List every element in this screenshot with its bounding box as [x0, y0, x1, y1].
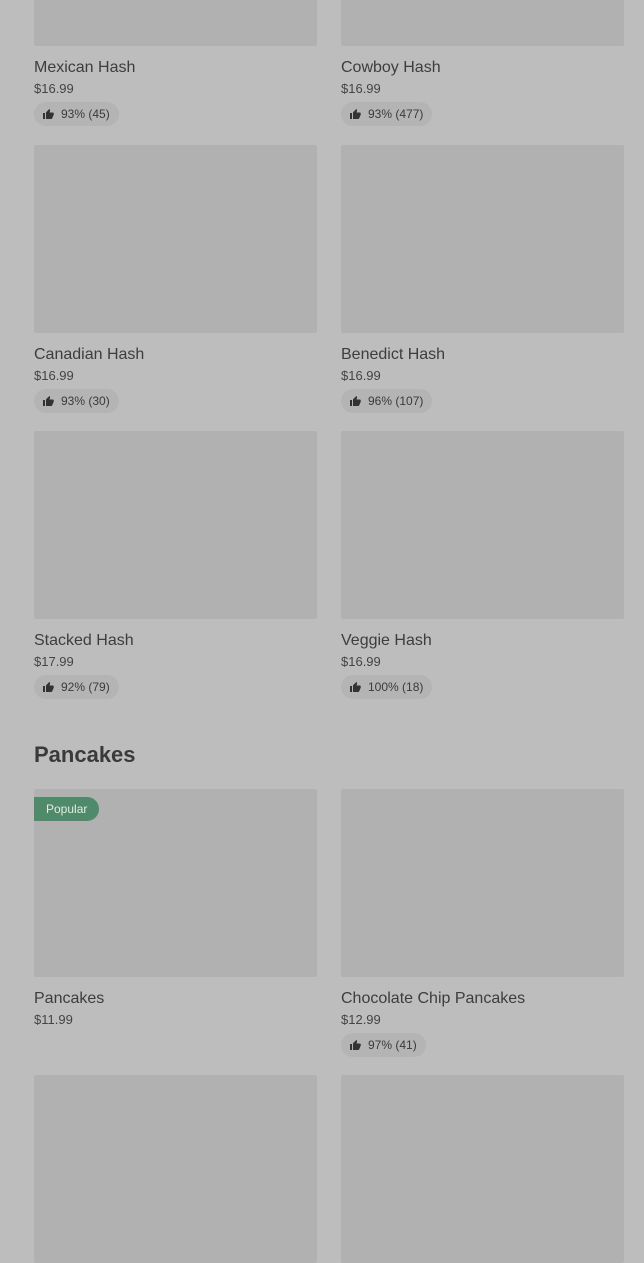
popular-badge: Popular [34, 797, 100, 821]
menu-item-image[interactable] [341, 431, 624, 619]
menu-item-price: $16.99 [34, 368, 74, 383]
menu-item-image[interactable] [341, 145, 624, 333]
menu-item-card[interactable]: Popular Pancakes $11.99 [34, 789, 317, 1057]
menu-item-name: Benedict Hash [341, 346, 446, 363]
menu-item-price: $16.99 [341, 368, 381, 383]
rating-badge: 97% (41) [341, 1033, 426, 1057]
menu-item-price: $17.99 [34, 654, 74, 669]
menu-item-price: $16.99 [341, 654, 381, 669]
menu-item-card[interactable]: Mexican Hash $16.99 93% (45) [34, 0, 317, 126]
menu-grid-hash-row-3: Stacked Hash $17.99 92% (79) Veggie Hash… [34, 431, 624, 699]
menu-item-price: $16.99 [341, 81, 381, 96]
menu-item-image[interactable] [341, 789, 624, 977]
menu-item-card[interactable] [341, 1075, 624, 1263]
menu-item-price: $11.99 [34, 1012, 73, 1027]
menu-grid-pancakes: Popular Pancakes $11.99 Chocolate Chip P… [34, 789, 624, 1057]
menu-item-card[interactable]: Cowboy Hash $16.99 93% (477) [341, 0, 624, 126]
thumbs-up-icon [349, 395, 361, 407]
menu-grid-pancakes-row-2 [34, 1075, 624, 1263]
thumbs-up-icon [349, 681, 361, 693]
rating-text: 92% (79) [61, 680, 110, 694]
rating-text: 93% (30) [61, 394, 110, 408]
menu-item-card[interactable]: Canadian Hash $16.99 93% (30) [34, 145, 317, 413]
menu-item-card[interactable]: Stacked Hash $17.99 92% (79) [34, 431, 317, 699]
menu-grid-hash-row-2: Canadian Hash $16.99 93% (30) Benedict H… [34, 145, 624, 413]
menu-item-image[interactable] [34, 1075, 317, 1263]
menu-item-price: $12.99 [341, 1012, 381, 1027]
rating-text: 93% (45) [61, 107, 110, 121]
rating-badge: 93% (45) [34, 102, 119, 126]
rating-badge: 93% (30) [34, 389, 119, 413]
rating-badge: 92% (79) [34, 675, 119, 699]
thumbs-up-icon [349, 108, 361, 120]
section-title-pancakes: Pancakes [34, 742, 136, 767]
thumbs-up-icon [349, 1039, 361, 1051]
menu-item-name: Chocolate Chip Pancakes [341, 990, 526, 1007]
menu-item-price: $16.99 [34, 81, 74, 96]
menu-item-image[interactable] [34, 431, 317, 619]
rating-text: 100% (18) [368, 680, 424, 694]
rating-badge: 93% (477) [341, 102, 433, 126]
menu-item-name: Canadian Hash [34, 346, 145, 363]
menu-item-name: Pancakes [34, 990, 105, 1007]
menu-grid-hash-row-1: Mexican Hash $16.99 93% (45) Cowboy Hash… [34, 0, 624, 126]
menu-item-card[interactable]: Benedict Hash $16.99 96% (107) [341, 145, 624, 413]
rating-text: 96% (107) [368, 394, 424, 408]
thumbs-up-icon [42, 108, 54, 120]
rating-text: 93% (477) [368, 107, 424, 121]
menu-item-card[interactable]: Chocolate Chip Pancakes $12.99 97% (41) [341, 789, 624, 1057]
menu-item-image[interactable] [341, 0, 624, 46]
menu-item-card[interactable] [34, 1075, 317, 1263]
menu-item-image[interactable]: Popular [34, 789, 317, 977]
thumbs-up-icon [42, 681, 54, 693]
menu-item-card[interactable]: Veggie Hash $16.99 100% (18) [341, 431, 624, 699]
rating-text: 97% (41) [368, 1038, 417, 1052]
menu-item-name: Veggie Hash [341, 632, 432, 649]
menu-item-name: Cowboy Hash [341, 59, 441, 76]
menu-item-name: Stacked Hash [34, 632, 134, 649]
thumbs-up-icon [42, 395, 54, 407]
rating-badge: 100% (18) [341, 675, 433, 699]
menu-item-name: Mexican Hash [34, 59, 136, 76]
menu-item-image[interactable] [341, 1075, 624, 1263]
rating-badge: 96% (107) [341, 389, 433, 413]
menu-item-image[interactable] [34, 145, 317, 333]
menu-item-image[interactable] [34, 0, 317, 46]
